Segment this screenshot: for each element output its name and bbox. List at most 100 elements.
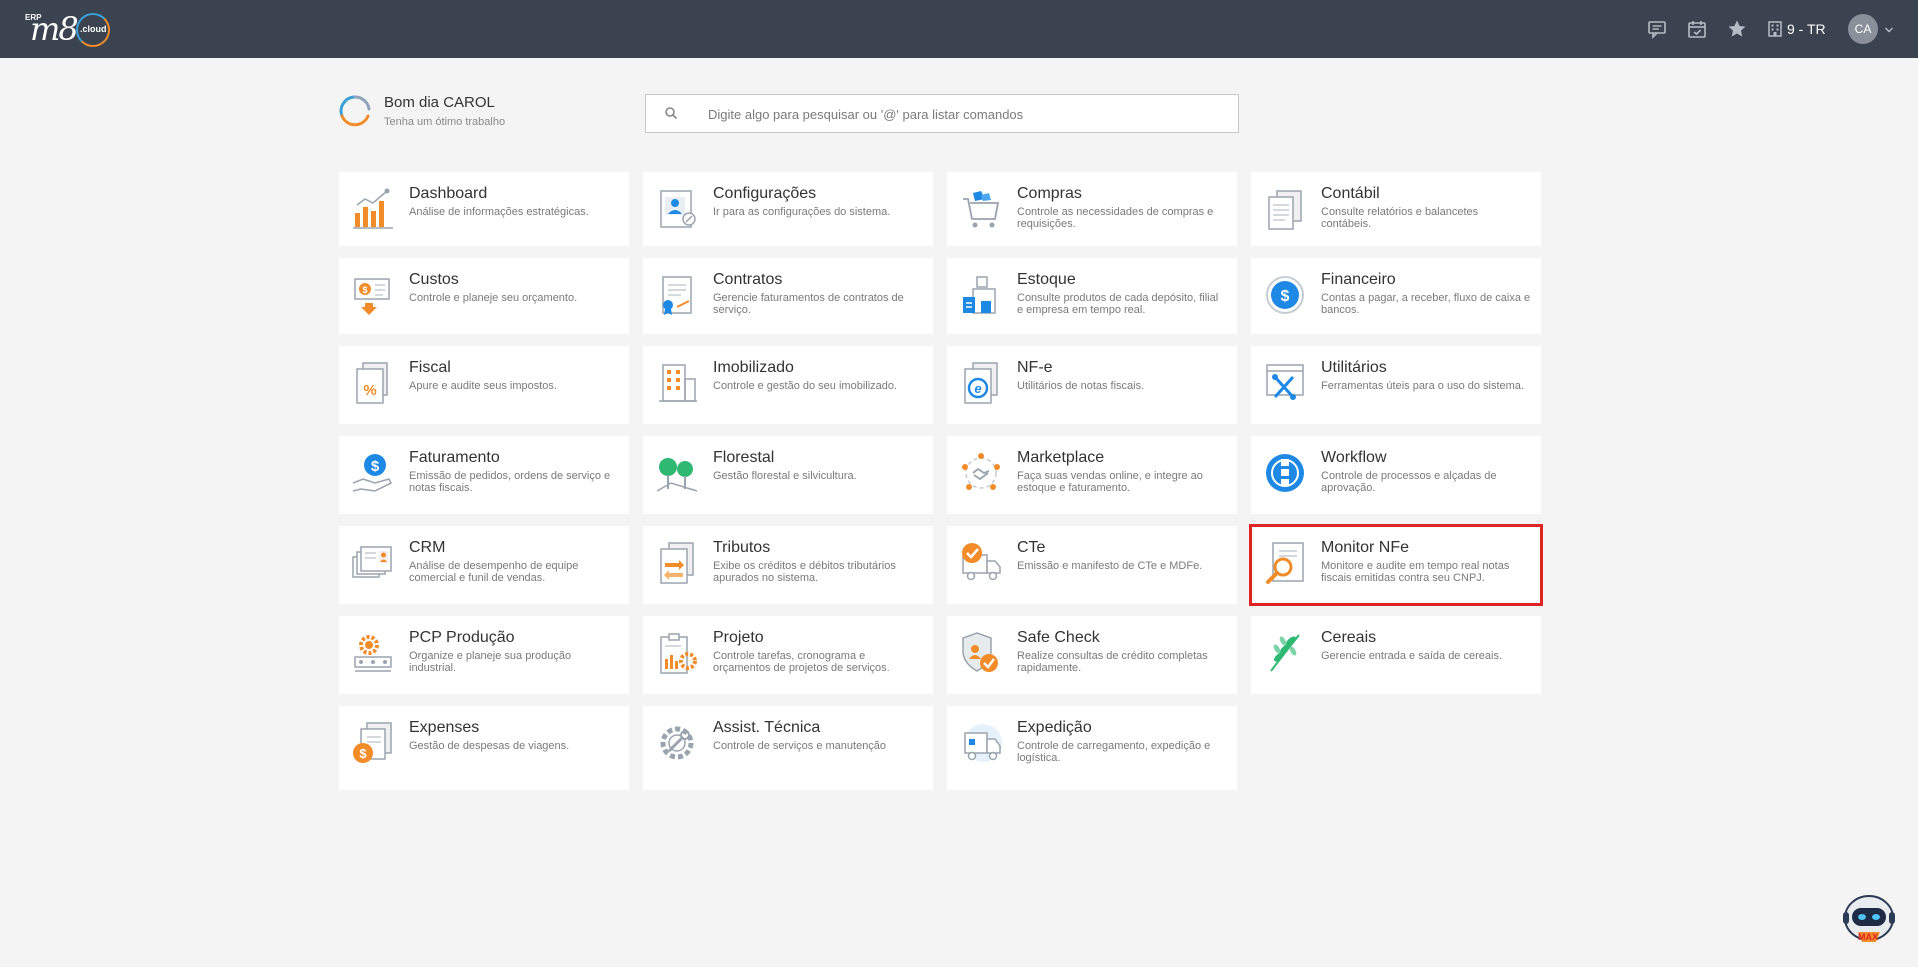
module-desc: Organize e planeje sua produção industri… xyxy=(409,650,572,674)
module-title: Contábil xyxy=(1321,185,1380,202)
module-title: Estoque xyxy=(1017,271,1076,288)
module-desc: Emissão e manifesto de CTe e MDFe. xyxy=(1017,560,1203,572)
avatar-initials: CA xyxy=(1854,22,1872,36)
greeting-subtitle: Tenha um ótimo trabalho xyxy=(384,116,506,128)
module-desc: Gerencie entrada e saída de cereais. xyxy=(1321,650,1503,662)
truck-check-icon xyxy=(962,543,1001,581)
avatar[interactable]: CA xyxy=(1848,14,1878,44)
module-desc: Consulte relatórios e balancetes contábe… xyxy=(1321,206,1479,230)
ledger-document-icon xyxy=(1268,190,1302,230)
module-financeiro[interactable]: $ Financeiro Contas a pagar, a receber, … xyxy=(1251,258,1541,334)
svg-text:e: e xyxy=(974,381,981,396)
shopping-cart-icon xyxy=(963,191,1000,228)
chevron-down-icon[interactable] xyxy=(1884,22,1894,40)
module-florestal[interactable]: Florestal Gestão florestal e silvicultur… xyxy=(643,436,933,514)
building-icon xyxy=(1768,21,1782,37)
hand-dollar-icon: $ xyxy=(352,454,393,492)
module-title: Workflow xyxy=(1321,449,1387,466)
max-assistant-button[interactable]: MAX xyxy=(1840,888,1898,948)
star-icon[interactable] xyxy=(1724,16,1750,42)
module-title: Monitor NFe xyxy=(1321,539,1410,556)
module-expenses[interactable]: $ Expenses Gestão de despesas de viagens… xyxy=(339,706,629,790)
module-estoque[interactable]: Estoque Consulte produtos de cada depósi… xyxy=(947,258,1237,334)
module-cereais[interactable]: Cereais Gerencie entrada e saída de cere… xyxy=(1251,616,1541,694)
module-desc: Controle tarefas, cronograma e orçamento… xyxy=(713,650,890,674)
wrench-gear-icon xyxy=(660,726,694,760)
module-projeto[interactable]: Projeto Controle tarefas, cronograma e o… xyxy=(643,616,933,694)
module-expedicao[interactable]: Expedição Controle de carregamento, expe… xyxy=(947,706,1237,790)
module-title: Projeto xyxy=(713,629,764,646)
module-title: Florestal xyxy=(713,449,775,466)
module-configuracoes[interactable]: Configurações Ir para as configurações d… xyxy=(643,172,933,246)
module-desc: Contas a pagar, a receber, fluxo de caix… xyxy=(1321,292,1531,316)
search-box[interactable] xyxy=(645,94,1239,133)
module-crm[interactable]: CRM Análise de desempenho de equipe come… xyxy=(339,526,629,604)
module-imobilizado[interactable]: Imobilizado Controle e gestão do seu imo… xyxy=(643,346,933,424)
magnifier-document-icon xyxy=(1266,542,1304,584)
module-contratos[interactable]: Contratos Gerencie faturamentos de contr… xyxy=(643,258,933,334)
module-desc: Monitore e audite em tempo real notas fi… xyxy=(1321,560,1510,584)
logo-cloud: .cloud xyxy=(80,24,107,34)
module-nfe[interactable]: e NF-e Utilitários de notas fiscais. xyxy=(947,346,1237,424)
module-compras[interactable]: Compras Controle as necessidades de comp… xyxy=(947,172,1237,246)
nfe-document-icon: e xyxy=(964,362,998,404)
module-desc: Controle de processos e alçadas de aprov… xyxy=(1321,470,1497,494)
production-gear-icon xyxy=(354,635,392,672)
cost-monitor-icon: $ xyxy=(354,278,390,315)
workflow-icon xyxy=(1266,454,1304,492)
module-safe-check[interactable]: Safe Check Realize consultas de crédito … xyxy=(947,616,1237,694)
expense-receipt-icon: $ xyxy=(353,722,392,763)
module-assist-tecnica[interactable]: Assist. Técnica Controle de serviços e m… xyxy=(643,706,933,790)
module-title: Compras xyxy=(1017,185,1082,202)
search-icon xyxy=(665,107,678,120)
module-tributos[interactable]: Tributos Exibe os créditos e débitos tri… xyxy=(643,526,933,604)
module-cte[interactable]: CTe Emissão e manifesto de CTe e MDFe. xyxy=(947,526,1237,604)
contract-icon xyxy=(662,276,692,315)
module-desc: Gestão florestal e silvicultura. xyxy=(713,470,857,482)
module-desc: Controle as necessidades de compras e re… xyxy=(1017,206,1214,230)
module-marketplace[interactable]: Marketplace Faça suas vendas online, e i… xyxy=(947,436,1237,514)
tools-icon xyxy=(1266,364,1304,400)
module-title: Expedição xyxy=(1017,719,1092,736)
calendar-icon[interactable] xyxy=(1684,16,1710,42)
bar-chart-icon xyxy=(353,188,393,229)
module-title: Cereais xyxy=(1321,629,1377,646)
module-desc: Apure e audite seus impostos. xyxy=(409,380,557,392)
module-desc: Ir para as configurações do sistema. xyxy=(713,206,891,218)
module-utilitarios[interactable]: Utilitários Ferramentas úteis para o uso… xyxy=(1251,346,1541,424)
module-title: Utilitários xyxy=(1321,359,1387,376)
smile-logo-icon xyxy=(339,95,371,127)
module-title: Marketplace xyxy=(1017,449,1105,466)
module-title: Fiscal xyxy=(409,359,451,376)
module-desc: Controle de carregamento, expedição e lo… xyxy=(1017,740,1211,764)
svg-text:$: $ xyxy=(371,458,380,475)
module-title: CTe xyxy=(1017,539,1046,556)
svg-text:$: $ xyxy=(362,285,367,295)
tax-percent-icon: % xyxy=(356,362,388,404)
module-custos[interactable]: $ Custos Controle e planeje seu orçament… xyxy=(339,258,629,334)
module-contabil[interactable]: Contábil Consulte relatórios e balancete… xyxy=(1251,172,1541,246)
module-faturamento[interactable]: $ Faturamento Emissão de pedidos, ordens… xyxy=(339,436,629,514)
module-desc: Utilitários de notas fiscais. xyxy=(1017,380,1145,392)
module-desc: Gestão de despesas de viagens. xyxy=(409,740,570,752)
module-desc: Controle de serviços e manutenção xyxy=(713,740,887,752)
module-monitor-nfe[interactable]: Monitor NFe Monitore e audite em tempo r… xyxy=(1249,524,1543,606)
erp-m8-logo[interactable]: m8 ERP .cloud xyxy=(24,10,116,50)
module-pcp-producao[interactable]: PCP Produção Organize e planeje sua prod… xyxy=(339,616,629,694)
greeting: Bom dia CAROL Tenha um ótimo trabalho xyxy=(338,92,568,134)
search-input[interactable] xyxy=(708,103,1218,125)
crm-cards-icon xyxy=(352,546,392,578)
module-fiscal[interactable]: % Fiscal Apure e audite seus impostos. xyxy=(339,346,629,424)
shield-check-icon xyxy=(962,632,998,672)
module-title: Expenses xyxy=(409,719,480,736)
chat-icon[interactable] xyxy=(1644,16,1670,42)
module-title: Tributos xyxy=(713,539,771,556)
module-title: CRM xyxy=(409,539,446,556)
module-desc: Controle e gestão do seu imobilizado. xyxy=(713,380,898,392)
module-desc: Controle e planeje seu orçamento. xyxy=(409,292,578,304)
module-workflow[interactable]: Workflow Controle de processos e alçadas… xyxy=(1251,436,1541,514)
trees-icon xyxy=(656,458,698,492)
module-dashboard[interactable]: Dashboard Análise de informações estraté… xyxy=(339,172,629,246)
module-desc: Análise de desempenho de equipe comercia… xyxy=(409,560,579,584)
company-selector[interactable]: 9 - TR xyxy=(1768,18,1826,40)
